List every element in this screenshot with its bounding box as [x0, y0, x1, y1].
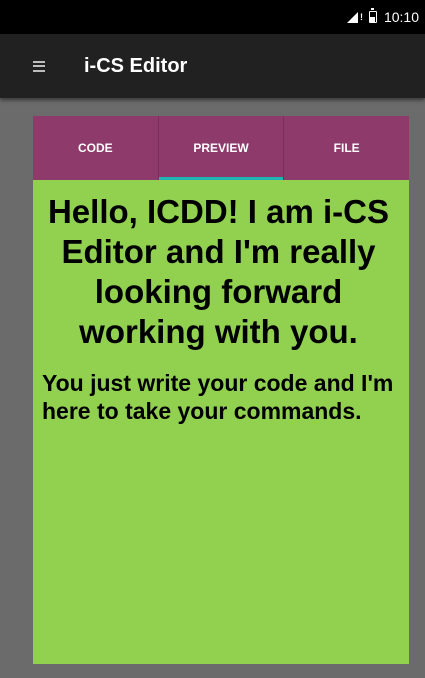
no-data-indicator-icon: !: [359, 11, 363, 22]
editor-card: CODE PREVIEW FILE Hello, ICDD! I am i-CS…: [33, 116, 409, 664]
signal-icon: [346, 11, 358, 23]
tab-file[interactable]: FILE: [283, 116, 409, 180]
battery-icon: [368, 8, 377, 23]
hamburger-menu-icon[interactable]: [33, 60, 45, 72]
tab-code[interactable]: CODE: [33, 116, 158, 180]
tab-bar: CODE PREVIEW FILE: [33, 116, 409, 180]
preview-paragraph: You just write your code and I'm here to…: [42, 370, 394, 424]
preview-heading: Hello, ICDD! I am i-CS Editor and I'm re…: [47, 193, 390, 350]
tab-preview[interactable]: PREVIEW: [157, 116, 284, 180]
app-bar: i-CS Editor: [0, 34, 425, 98]
status-bar: ! 10:10: [0, 0, 425, 34]
status-time: 10:10: [383, 9, 419, 25]
app-title: i-CS Editor: [84, 54, 188, 77]
preview-content: Hello, ICDD! I am i-CS Editor and I'm re…: [33, 180, 409, 425]
